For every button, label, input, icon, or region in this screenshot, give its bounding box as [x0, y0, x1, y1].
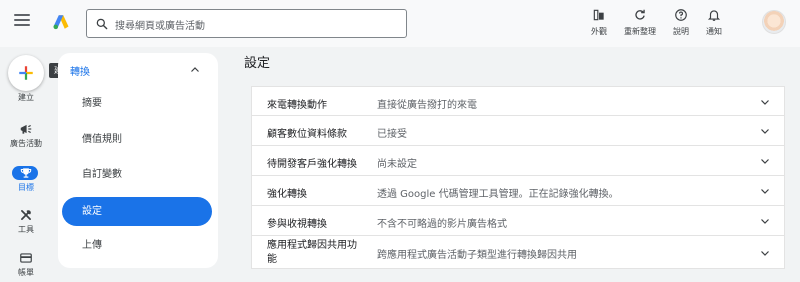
chevron-down-icon[interactable]	[759, 96, 771, 108]
settings-row[interactable]: 應用程式歸因共用功能 跨應用程式廣告活動子類型進行轉換歸因共用	[251, 236, 785, 269]
create-label: 建立	[18, 93, 34, 102]
chevron-down-icon[interactable]	[759, 215, 771, 227]
chevron-up-icon[interactable]	[189, 64, 201, 76]
rail-item-goals-label: 目標	[18, 183, 34, 192]
subnav-item-settings[interactable]: 設定	[62, 197, 212, 226]
setting-value: 已接受	[377, 129, 407, 140]
top-bar: 搜尋網頁或廣告活動 外觀 重新整理 說明 通知	[0, 0, 800, 47]
subnav-item-custom-variables[interactable]: 自訂變數	[62, 160, 212, 189]
setting-value: 不含不可略過的影片廣告格式	[377, 219, 507, 230]
refresh-button[interactable]: 重新整理	[622, 8, 658, 37]
setting-value: 透過 Google 代碼管理工具管理。正在記錄強化轉換。	[377, 189, 619, 200]
menu-icon[interactable]	[14, 14, 30, 30]
trophy-icon	[20, 168, 32, 178]
tools-icon	[21, 210, 31, 220]
rail-item-goals[interactable]: 目標	[0, 166, 52, 193]
refresh-icon	[635, 9, 645, 20]
bell-icon	[707, 10, 721, 21]
search-icon	[96, 18, 108, 30]
setting-name: 強化轉換	[267, 189, 307, 200]
search-placeholder: 搜尋網頁或廣告活動	[115, 21, 205, 32]
setting-name: 顧客數位資料條款	[267, 129, 347, 140]
help-label: 說明	[673, 27, 689, 36]
rail-item-tools[interactable]: 工具	[0, 208, 52, 235]
settings-row[interactable]: 強化轉換 透過 Google 代碼管理工具管理。正在記錄強化轉換。	[251, 176, 785, 206]
subnav-header[interactable]: 轉換	[70, 63, 90, 78]
setting-name: 應用程式歸因共用功能	[267, 240, 357, 265]
subnav-item-value-rules[interactable]: 價值規則	[62, 125, 212, 154]
notifications-button[interactable]: 通知	[696, 8, 732, 37]
rail-item-tools-label: 工具	[18, 225, 34, 234]
rail-item-campaigns-label: 廣告活動	[10, 139, 42, 148]
appearance-label: 外觀	[591, 27, 607, 36]
conversions-subnav: 轉換 摘要 價值規則 自訂變數 設定 上傳	[58, 53, 218, 268]
chevron-down-icon[interactable]	[759, 155, 771, 167]
chevron-down-icon[interactable]	[759, 185, 771, 197]
settings-row[interactable]: 來電轉換動作 直接從廣告撥打的來電	[251, 86, 785, 116]
setting-name: 待開發客戶強化轉換	[267, 159, 357, 170]
settings-row[interactable]: 參與收視轉換 不含不可略過的影片廣告格式	[251, 206, 785, 236]
setting-value: 直接從廣告撥打的來電	[377, 100, 477, 111]
setting-value: 跨應用程式廣告活動子類型進行轉換歸因共用	[377, 250, 577, 261]
subnav-item-summary[interactable]: 摘要	[62, 89, 212, 118]
refresh-label: 重新整理	[624, 27, 656, 36]
settings-row[interactable]: 顧客數位資料條款 已接受	[251, 116, 785, 146]
setting-value: 尚未設定	[377, 159, 417, 170]
notifications-label: 通知	[706, 27, 722, 36]
search-input[interactable]: 搜尋網頁或廣告活動	[86, 9, 407, 38]
subnav-item-uploads[interactable]: 上傳	[62, 231, 212, 260]
rail-item-billing[interactable]: 帳單	[0, 251, 52, 278]
settings-list: 來電轉換動作 直接從廣告撥打的來電 顧客數位資料條款 已接受 待開發客戶強化轉換…	[251, 86, 785, 269]
settings-row[interactable]: 待開發客戶強化轉換 尚未設定	[251, 146, 785, 176]
billing-icon	[20, 253, 32, 263]
appearance-icon	[593, 9, 604, 21]
chevron-down-icon[interactable]	[759, 247, 771, 259]
rail-item-billing-label: 帳單	[18, 268, 34, 277]
plus-icon	[19, 66, 33, 80]
help-icon	[675, 9, 687, 21]
appearance-button[interactable]: 外觀	[581, 8, 617, 37]
avatar[interactable]	[762, 10, 786, 34]
google-ads-logo-icon[interactable]	[52, 13, 70, 31]
page-title: 設定	[244, 56, 271, 71]
help-button[interactable]: 說明	[663, 8, 699, 37]
create-button[interactable]	[8, 55, 44, 91]
setting-name: 來電轉換動作	[267, 100, 327, 111]
chevron-down-icon[interactable]	[759, 125, 771, 137]
setting-name: 參與收視轉換	[267, 219, 327, 230]
campaign-icon	[20, 124, 32, 134]
rail-item-campaigns[interactable]: 廣告活動	[0, 122, 52, 149]
